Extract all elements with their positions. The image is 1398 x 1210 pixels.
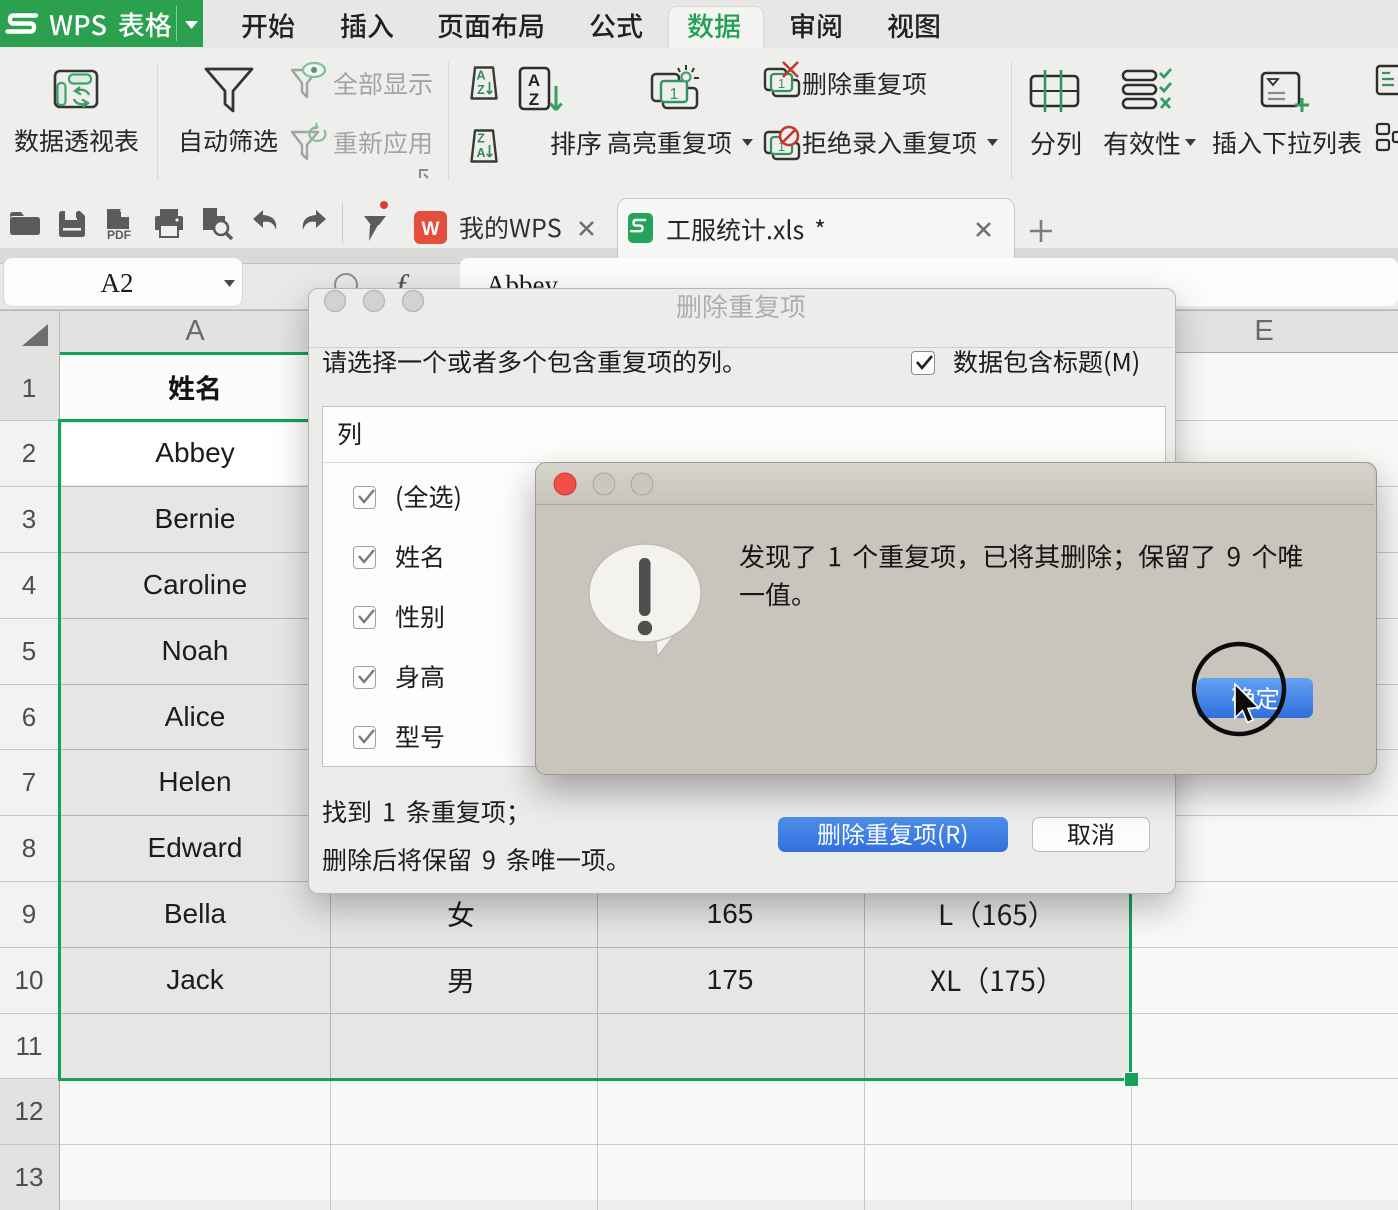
svg-text:A: A [476,69,485,83]
svg-text:1: 1 [670,86,679,103]
svg-text:Z: Z [529,90,539,109]
svg-text:Z: Z [477,83,485,97]
svg-text:W: W [422,219,440,240]
svg-text:A: A [476,146,485,160]
svg-text:PDF: PDF [107,228,131,242]
svg-text:A: A [528,71,540,90]
svg-text:Z: Z [477,132,485,146]
